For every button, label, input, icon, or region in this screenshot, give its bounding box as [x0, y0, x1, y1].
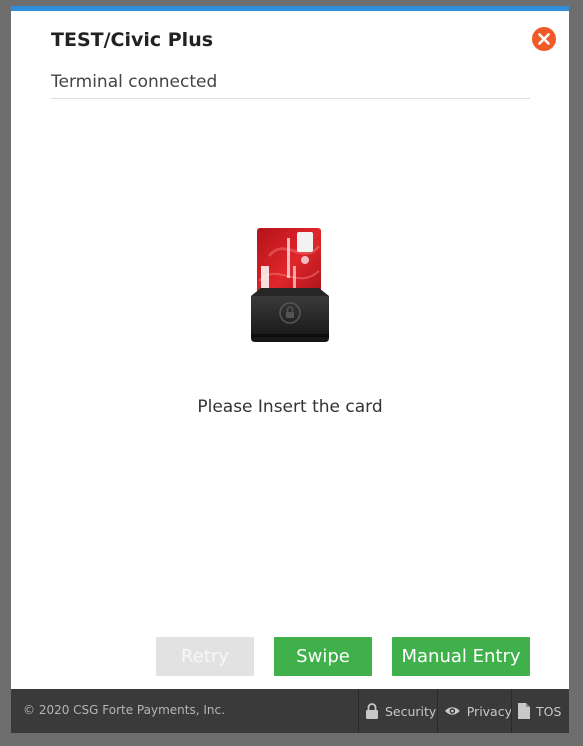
retry-button[interactable]: Retry	[156, 637, 254, 676]
manual-entry-button[interactable]: Manual Entry	[392, 637, 530, 676]
document-icon	[518, 703, 530, 719]
copyright-text: © 2020 CSG Forte Payments, Inc.	[23, 703, 225, 717]
security-label: Security	[385, 703, 437, 719]
card-insert-icon	[251, 228, 329, 342]
lock-icon	[366, 703, 378, 719]
payment-dialog: TEST/Civic Plus Terminal connected Pleas…	[11, 6, 569, 733]
privacy-label: Privacy	[466, 703, 512, 719]
status-divider	[51, 98, 530, 99]
close-icon	[538, 33, 550, 45]
dialog-title: TEST/Civic Plus	[51, 29, 214, 51]
swipe-button[interactable]: Swipe	[274, 637, 372, 676]
close-button[interactable]	[532, 27, 556, 51]
tos-label: TOS	[536, 703, 562, 719]
terminal-status: Terminal connected	[51, 72, 218, 92]
dialog-accent-bar	[11, 6, 569, 11]
eye-icon	[444, 707, 460, 715]
tos-link[interactable]: TOS	[511, 689, 569, 733]
insert-card-prompt: Please Insert the card	[197, 397, 383, 417]
security-link[interactable]: Security	[358, 689, 438, 733]
dialog-footer: © 2020 CSG Forte Payments, Inc. Security…	[11, 689, 569, 733]
privacy-link[interactable]: Privacy	[437, 689, 512, 733]
